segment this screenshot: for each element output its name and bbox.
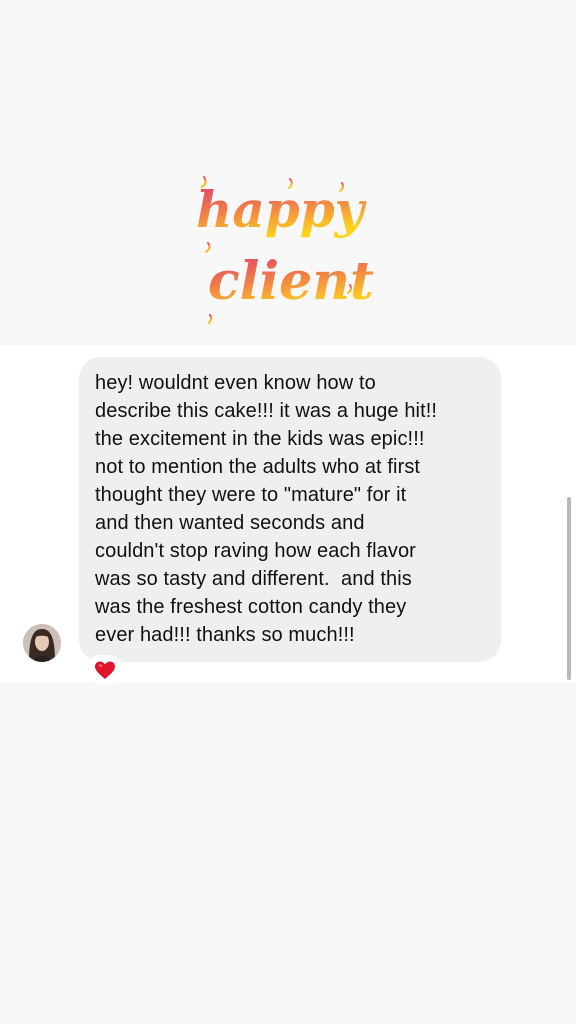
happy-client-logo-graphic: happy client [196, 176, 374, 324]
message-line: describe this cake!!! it was a huge hit!… [95, 400, 438, 422]
message-line: thought they were to "mature" for it [95, 484, 407, 506]
message-line: hey! wouldnt even know how to [95, 372, 376, 394]
happy-client-logo: happy client [190, 165, 380, 330]
message-line: and then wanted seconds and [95, 512, 365, 534]
avatar-image [23, 624, 61, 662]
logo-text-client: client [208, 251, 374, 312]
message-bubble[interactable]: hey! wouldnt even know how to describe t… [79, 357, 501, 662]
scrollbar[interactable] [567, 497, 571, 680]
logo-text-happy: happy [196, 180, 367, 239]
message-line: ever had!!! thanks so much!!! [95, 624, 355, 646]
message-line: couldn't stop raving how each flavor [95, 540, 416, 562]
message-line: not to mention the adults who at first [95, 456, 421, 478]
message-line: the excitement in the kids was epic!!! [95, 428, 425, 450]
red-heart-icon [95, 661, 115, 679]
message-line: was the freshest cotton candy they [95, 596, 407, 618]
footer-background [0, 682, 576, 1024]
heart-reaction[interactable] [86, 655, 124, 685]
message-line: was so tasty and different. and this [95, 568, 412, 590]
sender-avatar[interactable] [23, 624, 61, 662]
